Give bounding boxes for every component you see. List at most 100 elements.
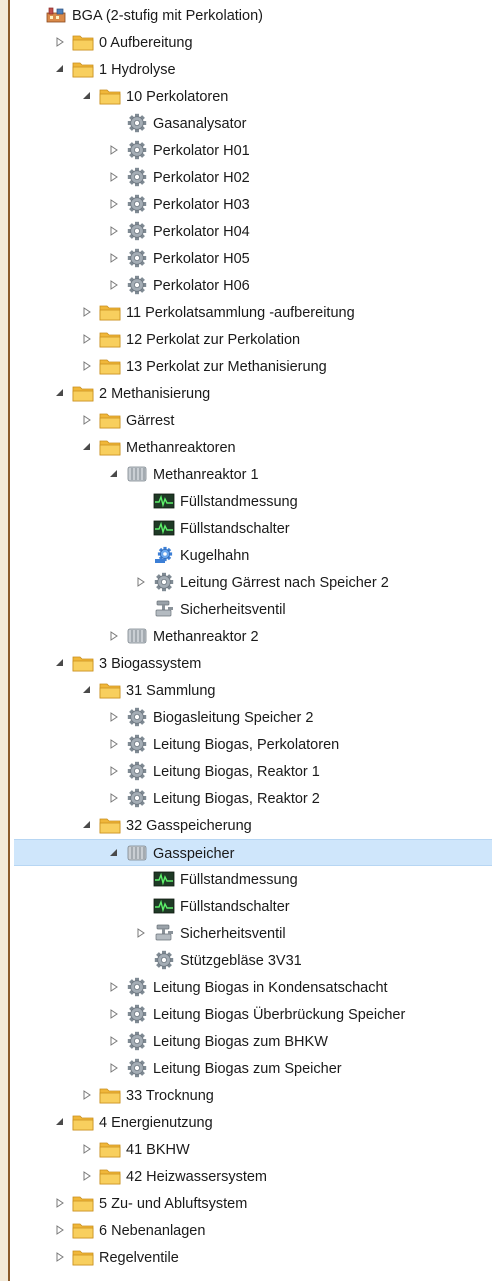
tree-node[interactable]: Füllstandmessung	[14, 866, 492, 893]
tree-node[interactable]: Methanreaktor 2	[14, 623, 492, 650]
tree-node[interactable]: 12 Perkolat zur Perkolation	[14, 326, 492, 353]
tree-node[interactable]: Perkolator H02	[14, 164, 492, 191]
tree-node[interactable]: Sicherheitsventil	[14, 920, 492, 947]
expand-arrow-icon[interactable]	[82, 334, 92, 344]
expand-arrow-icon[interactable]	[109, 280, 119, 290]
tree-node-label: 2 Methanisierung	[99, 386, 211, 402]
tree-node[interactable]: Füllstandschalter	[14, 893, 492, 920]
collapse-arrow-icon[interactable]	[82, 820, 92, 830]
expand-arrow-icon[interactable]	[55, 1225, 65, 1235]
collapse-arrow-icon[interactable]	[82, 685, 92, 695]
collapse-arrow-icon[interactable]	[109, 469, 119, 479]
tree-node[interactable]: Leitung Gärrest nach Speicher 2	[14, 569, 492, 596]
tree-node[interactable]: 10 Perkolatoren	[14, 83, 492, 110]
expand-arrow-icon[interactable]	[55, 1198, 65, 1208]
expand-arrow-icon[interactable]	[82, 1144, 92, 1154]
tree-node[interactable]: 2 Methanisierung	[14, 380, 492, 407]
tree-node[interactable]: Leitung Biogas zum Speicher	[14, 1055, 492, 1082]
tree-node[interactable]: Füllstandschalter	[14, 515, 492, 542]
tree-node[interactable]: Perkolator H04	[14, 218, 492, 245]
tree-node-label: Perkolator H05	[153, 251, 250, 267]
expand-arrow-icon[interactable]	[55, 1252, 65, 1262]
tree-node[interactable]: Perkolator H03	[14, 191, 492, 218]
tree-node[interactable]: 13 Perkolat zur Methanisierung	[14, 353, 492, 380]
tree-node[interactable]: 33 Trocknung	[14, 1082, 492, 1109]
gear-icon	[126, 275, 148, 295]
tree-node[interactable]: 3 Biogassystem	[14, 650, 492, 677]
expand-arrow-icon[interactable]	[82, 1171, 92, 1181]
tree-node[interactable]: 31 Sammlung	[14, 677, 492, 704]
tree-node-label: Füllstandmessung	[180, 494, 298, 510]
tree-node[interactable]: 6 Nebenanlagen	[14, 1217, 492, 1244]
tree-node[interactable]: 4 Energienutzung	[14, 1109, 492, 1136]
tree-node[interactable]: Gasanalysator	[14, 110, 492, 137]
tree-node[interactable]: Stützgebläse 3V31	[14, 947, 492, 974]
collapse-arrow-icon[interactable]	[109, 848, 119, 858]
tree-node[interactable]: 32 Gasspeicherung	[14, 812, 492, 839]
expand-arrow-icon[interactable]	[82, 361, 92, 371]
tree-node[interactable]: 0 Aufbereitung	[14, 29, 492, 56]
expand-arrow-icon[interactable]	[109, 172, 119, 182]
expand-arrow-icon[interactable]	[55, 37, 65, 47]
collapse-arrow-icon[interactable]	[55, 64, 65, 74]
expand-arrow-icon[interactable]	[109, 1036, 119, 1046]
tree-node-label: 33 Trocknung	[126, 1088, 214, 1104]
tree-node[interactable]: Gasspeicher	[14, 839, 492, 866]
expand-arrow-icon[interactable]	[109, 793, 119, 803]
tree-node[interactable]: Perkolator H06	[14, 272, 492, 299]
collapse-arrow-icon[interactable]	[55, 1117, 65, 1127]
folder-icon	[99, 356, 121, 376]
gear-icon	[126, 707, 148, 727]
tank-icon	[126, 464, 148, 484]
gear-icon	[153, 950, 175, 970]
expand-arrow-icon[interactable]	[109, 253, 119, 263]
expand-arrow-icon[interactable]	[109, 1009, 119, 1019]
tree-node[interactable]: Leitung Biogas, Reaktor 1	[14, 758, 492, 785]
folder-icon	[99, 680, 121, 700]
tree-view[interactable]: BGA (2-stufig mit Perkolation) 0 Aufberei…	[14, 0, 492, 1281]
expand-arrow-icon[interactable]	[109, 631, 119, 641]
tree-node[interactable]: 11 Perkolatsammlung -aufbereitung	[14, 299, 492, 326]
tree-node[interactable]: Füllstandmessung	[14, 488, 492, 515]
collapse-arrow-icon[interactable]	[82, 442, 92, 452]
expand-arrow-icon[interactable]	[109, 982, 119, 992]
expand-arrow-icon[interactable]	[136, 928, 146, 938]
tree-node-label: 32 Gasspeicherung	[126, 818, 252, 834]
tree-node-label: Kugelhahn	[180, 548, 250, 564]
tree-node[interactable]: Perkolator H01	[14, 137, 492, 164]
collapse-arrow-icon[interactable]	[55, 658, 65, 668]
expand-arrow-icon[interactable]	[109, 739, 119, 749]
tree-node[interactable]: Methanreaktoren	[14, 434, 492, 461]
tree-node[interactable]: Biogasleitung Speicher 2	[14, 704, 492, 731]
tree-node[interactable]: BGA (2-stufig mit Perkolation)	[14, 2, 492, 29]
tree-node[interactable]: Leitung Biogas Überbrückung Speicher	[14, 1001, 492, 1028]
tree-node[interactable]: Regelventile	[14, 1244, 492, 1271]
collapse-arrow-icon[interactable]	[55, 388, 65, 398]
expand-arrow-icon[interactable]	[109, 226, 119, 236]
tree-node[interactable]: Leitung Biogas zum BHKW	[14, 1028, 492, 1055]
expand-arrow-icon[interactable]	[109, 199, 119, 209]
tree-node[interactable]: Gärrest	[14, 407, 492, 434]
tree-node[interactable]: Sicherheitsventil	[14, 596, 492, 623]
tree-node[interactable]: 41 BKHW	[14, 1136, 492, 1163]
tree-node[interactable]: 1 Hydrolyse	[14, 56, 492, 83]
expand-arrow-icon[interactable]	[109, 712, 119, 722]
tree-node[interactable]: Methanreaktor 1	[14, 461, 492, 488]
tree-node[interactable]: 42 Heizwassersystem	[14, 1163, 492, 1190]
tree-node[interactable]: Perkolator H05	[14, 245, 492, 272]
tree-node[interactable]: Leitung Biogas in Kondensatschacht	[14, 974, 492, 1001]
expand-arrow-icon[interactable]	[136, 577, 146, 587]
expand-arrow-icon[interactable]	[82, 1090, 92, 1100]
expand-arrow-icon[interactable]	[82, 415, 92, 425]
expand-arrow-icon[interactable]	[109, 145, 119, 155]
tree-node[interactable]: Leitung Biogas, Perkolatoren	[14, 731, 492, 758]
tree-node[interactable]: 5 Zu- und Abluftsystem	[14, 1190, 492, 1217]
tree-node[interactable]: Leitung Biogas, Reaktor 2	[14, 785, 492, 812]
expand-arrow-icon[interactable]	[109, 1063, 119, 1073]
tree-node[interactable]: Kugelhahn	[14, 542, 492, 569]
folder-icon	[72, 59, 94, 79]
gear-icon	[126, 977, 148, 997]
expand-arrow-icon[interactable]	[109, 766, 119, 776]
collapse-arrow-icon[interactable]	[82, 91, 92, 101]
expand-arrow-icon[interactable]	[82, 307, 92, 317]
